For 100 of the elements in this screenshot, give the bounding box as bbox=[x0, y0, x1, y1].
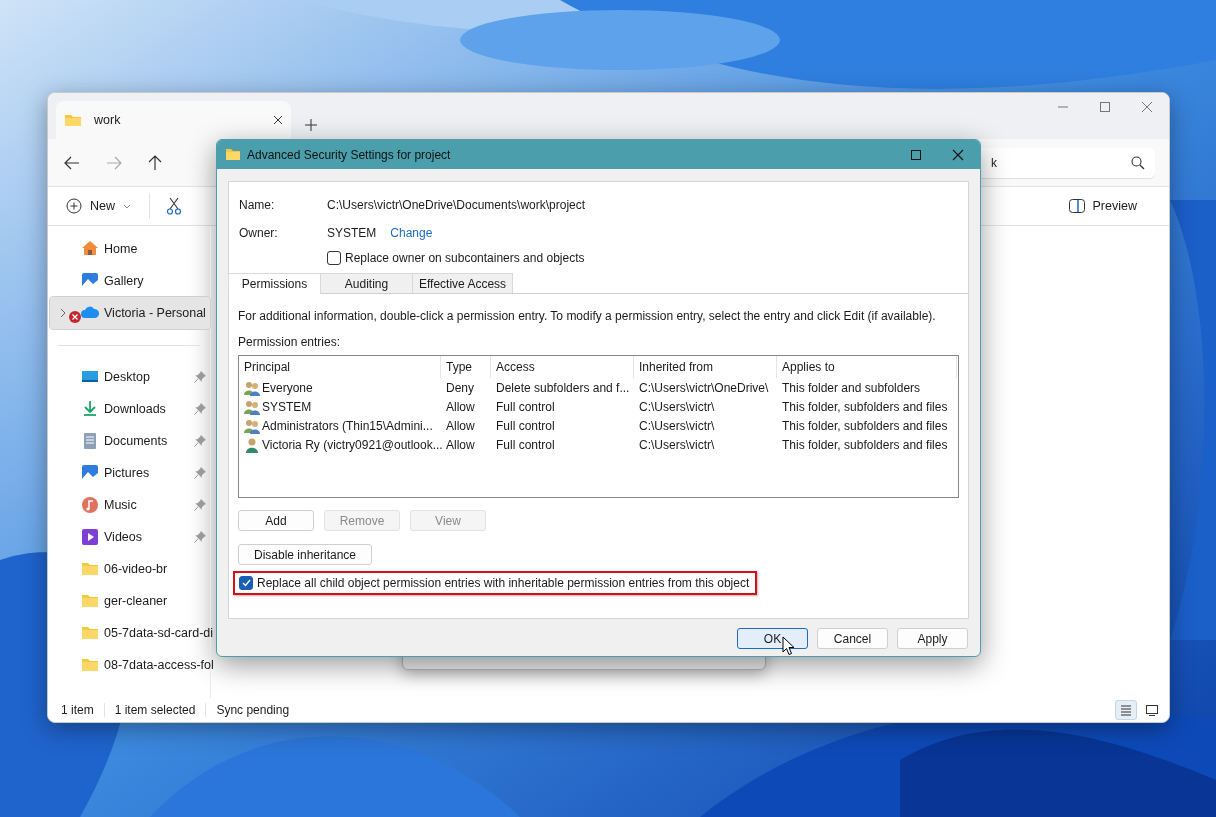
tab[interactable]: Effective Access bbox=[412, 273, 513, 293]
sidebar-item[interactable]: Home bbox=[50, 233, 210, 265]
mouse-pointer-icon bbox=[782, 636, 795, 656]
new-button[interactable]: New bbox=[66, 198, 131, 214]
maximize-icon[interactable] bbox=[910, 148, 922, 161]
pin-icon bbox=[194, 435, 206, 447]
preview-button[interactable]: Preview bbox=[1068, 199, 1151, 213]
pin-icon bbox=[194, 531, 206, 543]
maximize-icon[interactable] bbox=[1099, 101, 1111, 113]
caret-icon bbox=[123, 203, 131, 209]
column-header[interactable]: Principal bbox=[239, 356, 441, 378]
table-cell: Allow bbox=[446, 437, 475, 452]
table-cell: Delete subfolders and f... bbox=[496, 380, 630, 395]
table-cell: Full control bbox=[496, 437, 555, 452]
user-icon bbox=[244, 436, 260, 453]
error-badge-icon bbox=[69, 311, 81, 323]
sidebar-item[interactable]: Gallery bbox=[50, 265, 210, 297]
folder-icon bbox=[81, 560, 99, 578]
folder-icon bbox=[81, 592, 99, 610]
info-text: For additional information, double-click a permission entry. To modify a permission entry, select the entry and click Edit (if available). bbox=[238, 309, 937, 325]
checkbox[interactable] bbox=[327, 251, 341, 265]
status-text: Sync pending bbox=[216, 703, 291, 717]
chevron-icon[interactable] bbox=[60, 308, 66, 318]
video-icon bbox=[81, 528, 99, 546]
user-group-icon bbox=[244, 398, 260, 415]
close-icon[interactable] bbox=[273, 115, 283, 125]
pin-icon bbox=[194, 467, 206, 479]
table-cell: C:\Users\victr\ bbox=[639, 399, 715, 414]
table-cell: Administrators (Thin15\Admini... bbox=[262, 418, 433, 433]
pane-icon bbox=[1068, 199, 1085, 213]
table-cell: SYSTEM bbox=[262, 399, 312, 414]
column-header[interactable]: Inherited from bbox=[634, 356, 777, 378]
sidebar-item[interactable]: Downloads bbox=[50, 393, 210, 425]
table-cell: This folder, subfolders and files bbox=[782, 399, 948, 414]
field-label: Name: bbox=[239, 198, 276, 212]
up-arrow-icon[interactable] bbox=[148, 154, 162, 171]
scissors-icon[interactable] bbox=[166, 197, 182, 215]
table-cell: This folder, subfolders and files bbox=[782, 418, 948, 433]
change-link[interactable]: Change bbox=[390, 226, 433, 240]
close-icon[interactable] bbox=[952, 148, 964, 161]
checkbox[interactable] bbox=[239, 576, 253, 590]
checkbox-label: Replace owner on subcontainers and objects bbox=[345, 251, 585, 265]
ok-button[interactable]: OK bbox=[737, 628, 808, 649]
list-view-icon bbox=[1119, 703, 1133, 717]
folder-icon bbox=[81, 656, 99, 674]
folder-icon bbox=[225, 148, 241, 161]
tab[interactable]: Permissions bbox=[228, 273, 321, 294]
tab[interactable]: Auditing bbox=[320, 273, 413, 293]
music-note-icon bbox=[81, 496, 99, 514]
sidebar-item[interactable]: ger-cleaner bbox=[50, 585, 210, 617]
status-text: 1 item selected bbox=[114, 703, 197, 717]
gallery-icon bbox=[81, 272, 99, 290]
sidebar-item[interactable]: Documents bbox=[50, 425, 210, 457]
sidebar-item[interactable]: Videos bbox=[50, 521, 210, 553]
table-cell: Allow bbox=[446, 418, 475, 433]
table-cell: This folder and subfolders bbox=[782, 380, 921, 395]
tiles-view-icon bbox=[1145, 703, 1159, 717]
sidebar-item[interactable]: 06-video-br bbox=[50, 553, 210, 585]
checkbox-label: Replace all child object permission entries with inheritable permission entries from this object bbox=[257, 576, 750, 590]
apply-button[interactable]: Apply bbox=[897, 628, 968, 649]
status-text: 1 item bbox=[61, 703, 95, 717]
column-header[interactable]: Applies to bbox=[777, 356, 957, 378]
table-cell: C:\Users\victr\OneDrive\ bbox=[639, 380, 769, 395]
cancel-button[interactable]: Cancel bbox=[817, 628, 888, 649]
download-icon bbox=[81, 400, 99, 418]
add-button[interactable]: Add bbox=[238, 510, 314, 531]
plus-circle-icon bbox=[66, 198, 82, 214]
table-cell: C:\Users\victr\ bbox=[639, 437, 715, 452]
disable-inheritance-button[interactable]: Disable inheritance bbox=[238, 544, 372, 565]
table-cell: Full control bbox=[496, 418, 555, 433]
picture-icon bbox=[81, 464, 99, 482]
pin-icon bbox=[194, 403, 206, 415]
folder-icon bbox=[64, 113, 82, 127]
document-icon bbox=[81, 432, 99, 450]
new-tab-icon[interactable] bbox=[305, 119, 317, 131]
column-header[interactable]: Type bbox=[441, 356, 491, 378]
window-title: Advanced Security Settings for project bbox=[247, 147, 452, 162]
folder-icon bbox=[81, 624, 99, 642]
table-cell: Full control bbox=[496, 399, 555, 414]
table-cell: Everyone bbox=[262, 380, 313, 395]
sidebar-item[interactable]: Pictures bbox=[50, 457, 210, 489]
table-cell: C:\Users\victr\ bbox=[639, 418, 715, 433]
field-label: Owner: bbox=[239, 226, 279, 240]
column-header[interactable]: Access bbox=[491, 356, 634, 378]
table-cell: Deny bbox=[446, 380, 474, 395]
sidebar-item[interactable]: Victoria - Personal bbox=[50, 297, 210, 329]
back-arrow-icon[interactable] bbox=[64, 155, 80, 170]
section-label: Permission entries: bbox=[238, 335, 342, 351]
window-tab[interactable]: work bbox=[56, 101, 291, 139]
table-cell: Victoria Ry (victry0921@outlook... bbox=[262, 437, 443, 452]
sidebar-item[interactable]: Music bbox=[50, 489, 210, 521]
table-cell: Allow bbox=[446, 399, 475, 414]
pin-icon bbox=[194, 499, 206, 511]
sidebar-item[interactable]: Desktop bbox=[50, 361, 210, 393]
field-value: SYSTEM bbox=[327, 226, 377, 240]
table-cell: This folder, subfolders and files bbox=[782, 437, 948, 452]
search-icon bbox=[1131, 155, 1145, 170]
field-value: C:\Users\victr\OneDrive\Documents\work\project bbox=[327, 198, 586, 212]
user-group-icon bbox=[244, 417, 260, 434]
pin-icon bbox=[194, 371, 206, 383]
